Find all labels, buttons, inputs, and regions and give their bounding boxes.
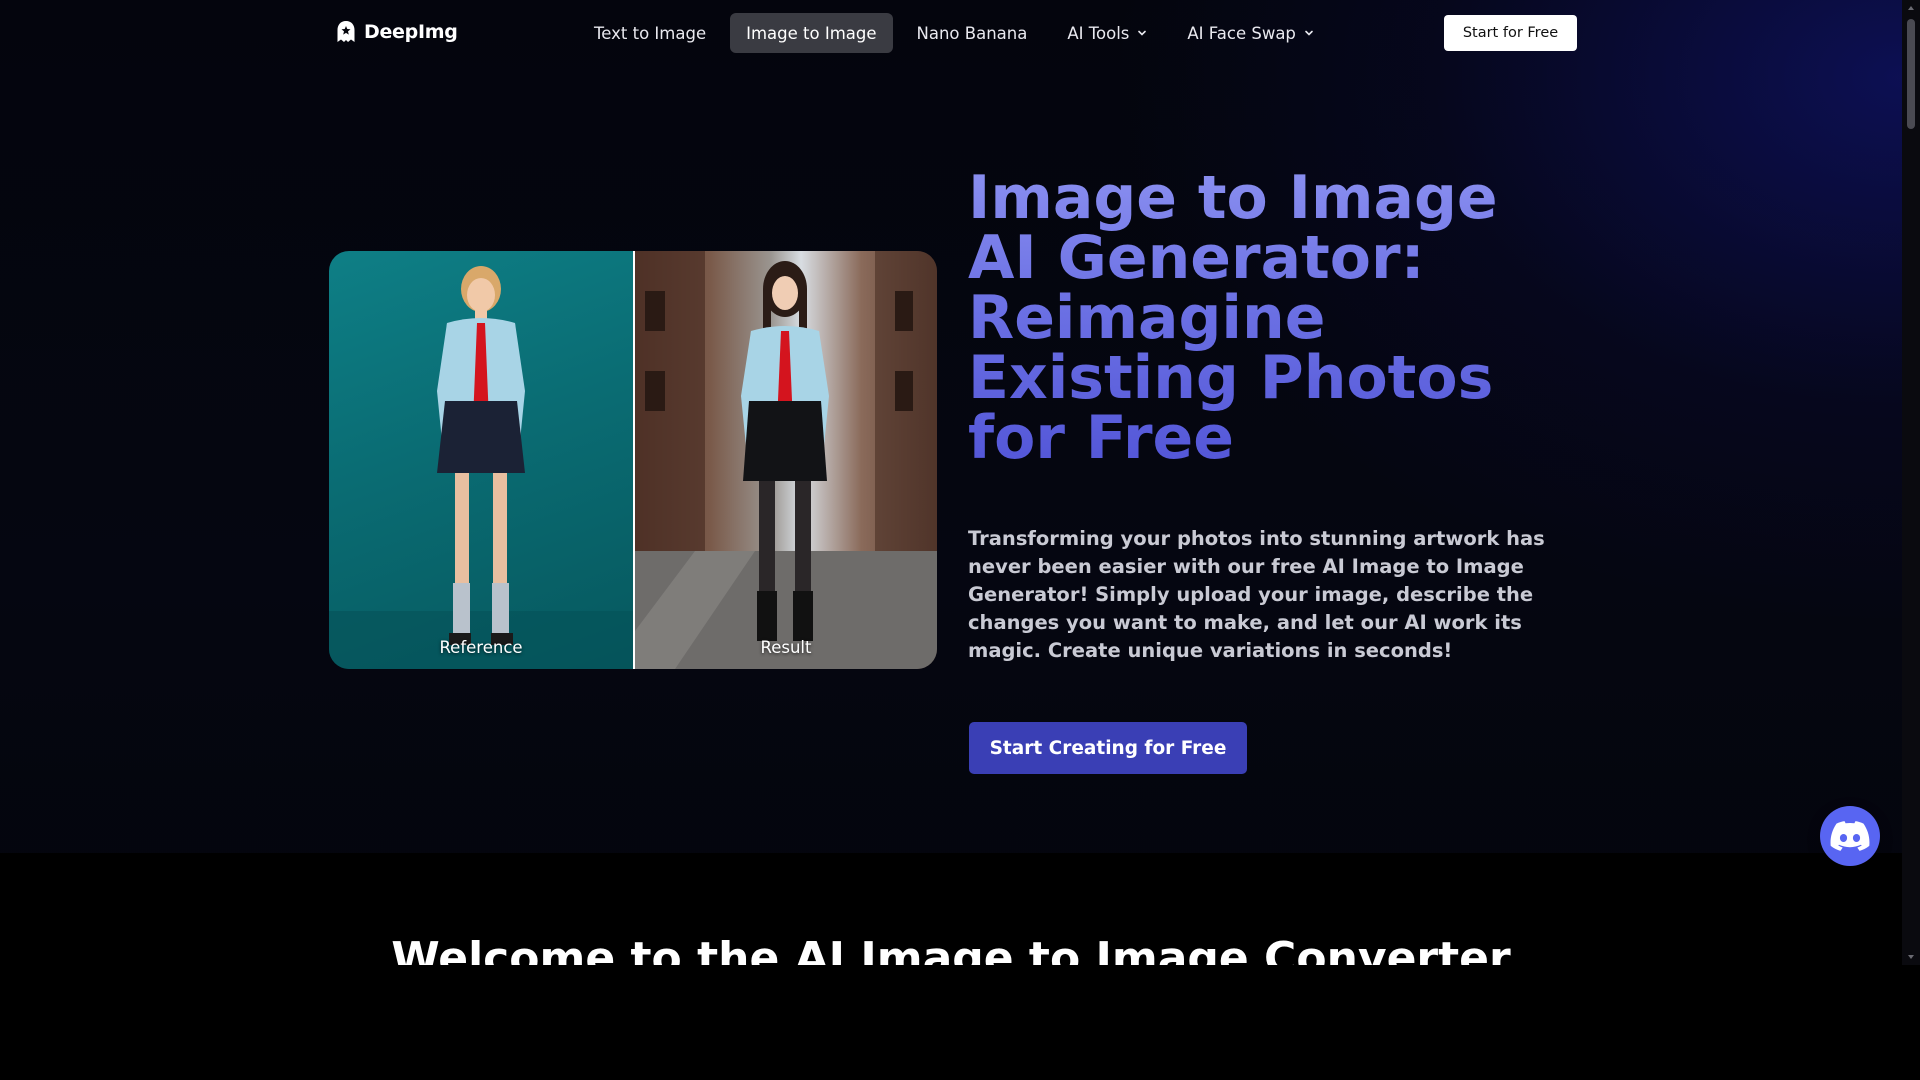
result-figure-illustration <box>635 251 937 669</box>
hero-title: Image to Image AI Generator: Reimagine E… <box>968 168 1528 468</box>
nav-link-label: Nano Banana <box>916 23 1028 43</box>
start-for-free-button[interactable]: Start for Free <box>1444 15 1577 51</box>
welcome-section: Welcome to the AI Image to Image Convert… <box>0 853 1902 965</box>
page-viewport: DeepImg Text to Image Image to Image Nan… <box>0 0 1902 965</box>
reference-figure-illustration <box>329 266 633 669</box>
nav-nano-banana[interactable]: Nano Banana <box>901 13 1044 53</box>
ghost-logo-icon <box>337 21 355 42</box>
chevron-down-icon <box>1138 30 1147 36</box>
start-creating-button[interactable]: Start Creating for Free <box>969 722 1247 774</box>
chevron-down-icon <box>1305 30 1313 36</box>
nav-ai-face-swap-dropdown[interactable]: AI Face Swap <box>1171 13 1330 53</box>
nav-link-label: AI Tools <box>1067 23 1130 43</box>
section-title: Welcome to the AI Image to Image Convert… <box>391 933 1511 965</box>
scroll-up-icon[interactable] <box>1907 4 1915 12</box>
reference-image: Reference <box>329 251 633 669</box>
result-image: Result <box>635 251 937 669</box>
discord-icon <box>1830 821 1870 851</box>
scroll-down-icon[interactable] <box>1907 953 1915 961</box>
discord-button[interactable] <box>1820 806 1880 866</box>
reference-label: Reference <box>439 638 523 657</box>
brand-name: DeepImg <box>364 21 458 43</box>
result-label: Result <box>760 638 812 657</box>
brand-logo[interactable]: DeepImg <box>336 20 458 44</box>
nav-image-to-image[interactable]: Image to Image <box>730 13 893 53</box>
hero-description: Transforming your photos into stunning a… <box>968 527 1545 662</box>
nav-link-label: Image to Image <box>746 23 877 43</box>
top-nav: DeepImg Text to Image Image to Image Nan… <box>0 0 1902 66</box>
nav-ai-tools-dropdown[interactable]: AI Tools <box>1051 13 1163 53</box>
nav-link-label: Text to Image <box>594 23 707 43</box>
below-viewport-area <box>0 965 1920 1080</box>
nav-text-to-image[interactable]: Text to Image <box>578 13 722 53</box>
nav-links: Text to Image Image to Image Nano Banana… <box>578 13 1338 53</box>
vertical-scrollbar[interactable] <box>1902 0 1920 965</box>
comparison-slider[interactable]: Reference Result <box>329 251 937 669</box>
scrollbar-thumb[interactable] <box>1907 19 1915 129</box>
nav-link-label: AI Face Swap <box>1187 23 1296 43</box>
